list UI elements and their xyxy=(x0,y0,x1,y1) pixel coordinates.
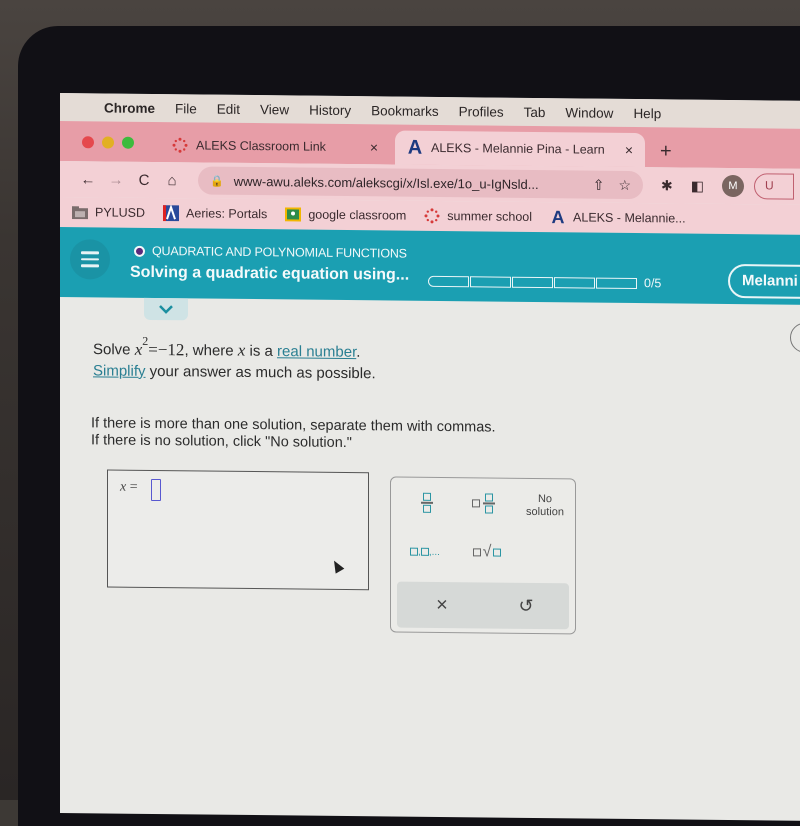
share-icon[interactable]: ⇧ xyxy=(593,176,605,193)
canvas-icon xyxy=(424,208,440,224)
tab-title: ALEKS - Melannie Pina - Learn xyxy=(431,140,605,157)
progress-count: 0/5 xyxy=(644,276,662,291)
equation: x2=−12 xyxy=(134,333,185,359)
fraction-button[interactable] xyxy=(409,486,445,520)
canvas-icon xyxy=(172,137,188,153)
tab-aleks-learn[interactable]: A ALEKS - Melannie Pina - Learn × xyxy=(395,130,645,168)
reload-button[interactable]: C xyxy=(130,171,158,188)
close-window-button[interactable] xyxy=(82,136,94,149)
progress-segment xyxy=(596,277,637,289)
keypad-action-bar: × ↺ xyxy=(397,581,569,630)
lock-icon: 🔒 xyxy=(210,175,224,188)
aeries-icon xyxy=(163,205,180,222)
side-panel-icon[interactable]: ◧ xyxy=(691,177,704,194)
question-text: Solve x2=−12, where x is a real number. … xyxy=(93,333,376,382)
question-line2: your answer as much as possible. xyxy=(145,362,376,382)
address-bar[interactable]: 🔒 www-awu.aleks.com/alekscgi/x/Isl.exe/1… xyxy=(198,166,643,200)
hamburger-menu-button[interactable] xyxy=(70,239,110,280)
menu-edit[interactable]: Edit xyxy=(217,101,240,116)
list-icon xyxy=(410,547,419,556)
no-solution-button[interactable]: No solution xyxy=(517,489,573,524)
chevron-down-icon xyxy=(159,305,173,314)
bookmark-pylusd[interactable]: PYLUSD xyxy=(72,205,145,220)
extensions-puzzle-icon[interactable]: ✱ xyxy=(661,177,673,194)
question-prefix: Solve xyxy=(93,341,135,359)
bookmark-star-icon[interactable]: ☆ xyxy=(618,176,631,193)
answer-lhs: x = xyxy=(120,479,138,495)
bookmark-google-classroom[interactable]: google classroom xyxy=(285,207,407,223)
bookmark-label: summer school xyxy=(447,209,533,224)
undo-button[interactable]: ↺ xyxy=(501,591,551,622)
tab-title: ALEKS Classroom Link xyxy=(196,138,326,154)
mixed-number-button[interactable] xyxy=(463,486,503,520)
close-tab-icon[interactable]: × xyxy=(370,139,378,155)
tab-aleks-classroom-link[interactable]: ALEKS Classroom Link × xyxy=(160,128,390,164)
radical-icon xyxy=(472,548,481,557)
side-circle-button[interactable] xyxy=(790,322,800,353)
folder-icon xyxy=(72,205,88,219)
real-number-link[interactable]: real number xyxy=(277,343,356,361)
back-button[interactable]: ← xyxy=(74,171,102,188)
progress-segment xyxy=(554,276,595,289)
close-tab-icon[interactable]: × xyxy=(625,142,633,158)
menu-app-name[interactable]: Chrome xyxy=(104,100,155,116)
clear-button[interactable]: × xyxy=(417,590,467,621)
home-button[interactable]: ⌂ xyxy=(158,172,186,189)
answer-input-area[interactable]: x = xyxy=(107,469,369,591)
progress-segment xyxy=(470,275,511,288)
collapse-chevron-button[interactable] xyxy=(144,297,188,321)
menu-window[interactable]: Window xyxy=(565,105,613,121)
aleks-icon: A xyxy=(551,206,565,227)
radical-button[interactable]: √ xyxy=(465,538,509,566)
instructions: If there is more than one solution, sepa… xyxy=(91,415,496,453)
bookmark-label: PYLUSD xyxy=(95,205,146,220)
menu-profiles[interactable]: Profiles xyxy=(459,104,504,119)
bookmark-aleks-melannie[interactable]: A ALEKS - Melannie... xyxy=(550,206,686,227)
bookmark-label: ALEKS - Melannie... xyxy=(573,210,686,226)
math-keypad: No solution ,,... √ × ↺ xyxy=(390,476,576,635)
forward-button[interactable]: → xyxy=(102,171,130,188)
bookmark-aeries-portals[interactable]: Aeries: Portals xyxy=(163,205,268,222)
menu-view[interactable]: View xyxy=(260,102,289,117)
maximize-window-button[interactable] xyxy=(122,136,134,149)
aleks-header: QUADRATIC AND POLYNOMIAL FUNCTIONS Solvi… xyxy=(60,227,800,305)
user-name-button[interactable]: Melanni xyxy=(728,263,800,300)
menu-help[interactable]: Help xyxy=(633,106,661,121)
topic-text: QUADRATIC AND POLYNOMIAL FUNCTIONS xyxy=(152,243,407,261)
bookmark-summer-school[interactable]: summer school xyxy=(424,208,533,224)
laptop-screen: Chrome File Edit View History Bookmarks … xyxy=(60,93,800,821)
menu-bookmarks[interactable]: Bookmarks xyxy=(371,103,439,119)
bookmark-label: Aeries: Portals xyxy=(186,206,268,222)
profile-avatar[interactable]: M xyxy=(721,174,744,198)
topic-status-dot xyxy=(134,245,145,257)
topic-label: QUADRATIC AND POLYNOMIAL FUNCTIONS xyxy=(134,244,407,261)
update-pill-button[interactable]: U xyxy=(753,173,794,200)
google-classroom-icon xyxy=(285,207,302,222)
list-separator-button[interactable]: ,,... xyxy=(403,538,447,566)
new-tab-button[interactable]: + xyxy=(660,140,672,163)
minimize-window-button[interactable] xyxy=(102,136,114,149)
menu-tab[interactable]: Tab xyxy=(524,104,546,119)
menu-file[interactable]: File xyxy=(175,101,197,116)
menu-history[interactable]: History xyxy=(309,102,351,117)
progress-segment xyxy=(512,276,553,288)
window-controls xyxy=(82,136,134,149)
mixed-number-icon xyxy=(471,499,480,508)
bookmark-label: google classroom xyxy=(308,207,407,223)
simplify-link[interactable]: Simplify xyxy=(93,362,146,380)
aleks-logo-icon: A xyxy=(407,136,423,159)
url-text[interactable]: www-awu.aleks.com/alekscgi/x/Isl.exe/1o_… xyxy=(234,173,579,192)
progress-segment xyxy=(428,275,469,287)
fraction-icon xyxy=(421,493,433,513)
answer-input-field[interactable] xyxy=(151,478,161,502)
lesson-title: Solving a quadratic equation using... xyxy=(130,263,410,284)
progress-bar: 0/5 xyxy=(428,274,661,290)
